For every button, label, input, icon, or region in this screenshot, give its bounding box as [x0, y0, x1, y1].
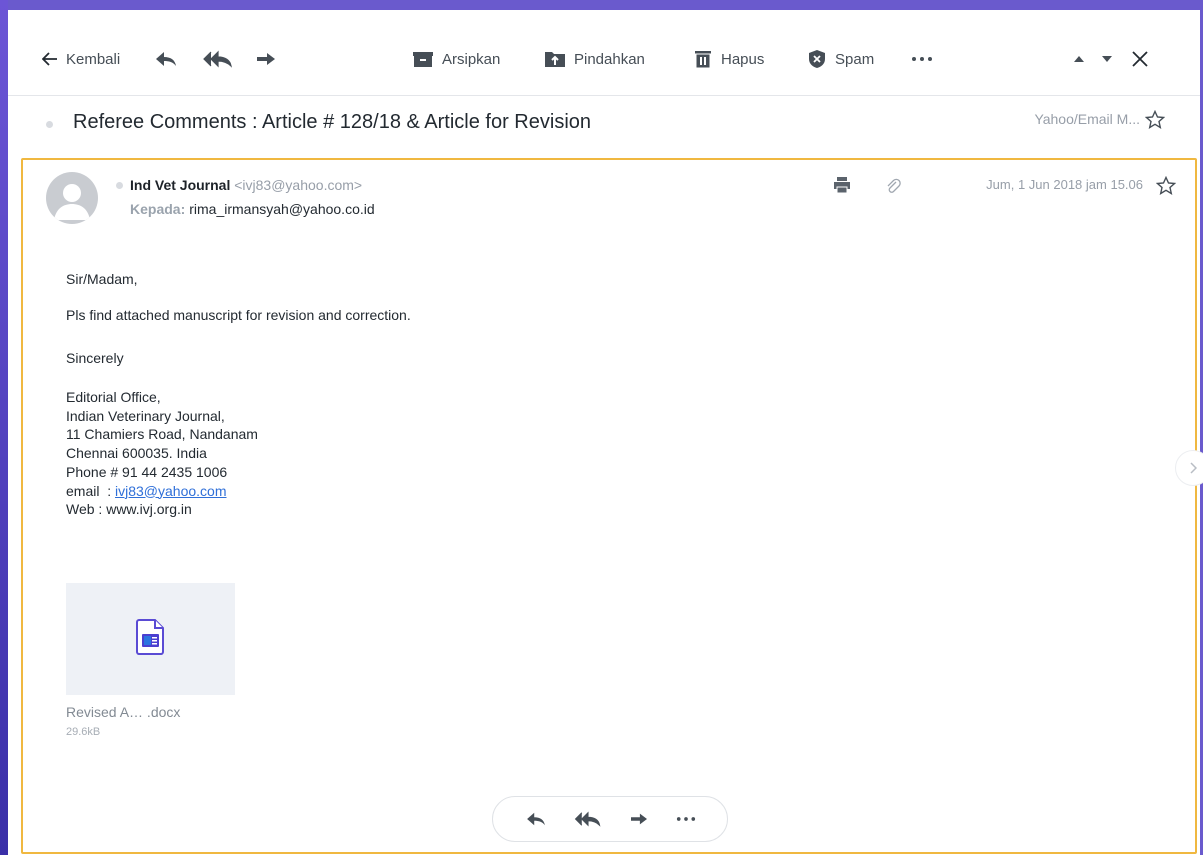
archive-icon — [413, 52, 433, 67]
closing: Sincerely — [66, 350, 124, 366]
attachment-indicator — [885, 177, 901, 200]
signature: Editorial Office, Indian Veterinary Jour… — [66, 388, 258, 519]
archive-label: Arsipkan — [442, 50, 501, 68]
previous-message-button[interactable] — [1073, 46, 1085, 72]
message-card: Ind Vet Journal <ivj83@yahoo.com> Kepada… — [21, 158, 1203, 854]
reply-button[interactable] — [154, 46, 178, 72]
next-message-button[interactable] — [1101, 46, 1113, 72]
delete-label: Hapus — [721, 50, 765, 68]
email-link[interactable]: ivj83@yahoo.com — [115, 483, 227, 499]
more-actions-button[interactable] — [911, 46, 933, 72]
back-button[interactable]: Kembali — [42, 46, 120, 72]
greeting: Sir/Madam, — [66, 271, 138, 287]
sender[interactable]: Ind Vet Journal <ivj83@yahoo.com> — [130, 177, 362, 193]
attachment-thumbnail[interactable] — [66, 583, 235, 695]
message-view: Kembali Arsipkan Pindahkan Hapus Spam Re… — [8, 10, 1203, 855]
quick-reply-all-button[interactable] — [574, 811, 602, 827]
signature-email-line: email : ivj83@yahoo.com — [66, 482, 258, 501]
person-icon — [54, 184, 90, 220]
reply-all-icon — [203, 50, 232, 68]
move-button[interactable]: Pindahkan — [544, 46, 645, 72]
word-document-icon — [136, 619, 164, 655]
back-label: Kembali — [66, 50, 121, 68]
read-status-dot — [116, 182, 123, 189]
delete-button[interactable]: Hapus — [693, 46, 764, 72]
trash-icon — [695, 51, 711, 68]
body-line: Pls find attached manuscript for revisio… — [66, 307, 411, 323]
recipient-address[interactable]: rima_irmansyah@yahoo.co.id — [189, 201, 374, 217]
caret-up-icon — [1074, 56, 1084, 62]
quick-reply-bar — [492, 796, 728, 842]
star-icon — [1155, 175, 1177, 195]
sender-name: Ind Vet Journal — [130, 177, 231, 193]
next-pane-button[interactable] — [1175, 450, 1203, 486]
caret-down-icon — [1102, 56, 1112, 62]
star-conversation-button[interactable] — [1144, 109, 1166, 134]
move-folder-icon — [545, 52, 565, 67]
message-date: Jum, 1 Jun 2018 jam 15.06 — [986, 177, 1143, 192]
printer-icon — [834, 177, 850, 194]
forward-button[interactable] — [255, 46, 277, 72]
signature-line: Web : www.ivj.org.in — [66, 501, 192, 518]
spam-label: Spam — [835, 50, 875, 68]
subject-title: Referee Comments : Article # 128/18 & Ar… — [73, 111, 592, 133]
email-prefix: email : — [66, 482, 116, 499]
signature-line: Indian Veterinary Journal, — [66, 407, 225, 424]
close-button[interactable] — [1131, 46, 1149, 72]
signature-line: Chennai 600035. India — [66, 445, 207, 462]
reply-icon — [526, 812, 545, 826]
quick-more-button[interactable] — [676, 816, 696, 822]
attachment-size: 29.6kB — [66, 726, 101, 738]
spam-button[interactable]: Spam — [807, 46, 874, 72]
folder-label[interactable]: Yahoo/Email M... — [1034, 111, 1140, 127]
star-icon — [1144, 109, 1166, 129]
move-label: Pindahkan — [574, 50, 645, 68]
reply-icon — [156, 52, 176, 66]
attachment-name[interactable]: Revised A… .docx — [66, 704, 180, 720]
archive-button[interactable]: Arsipkan — [412, 46, 500, 72]
arrow-left-icon — [42, 52, 57, 66]
chevron-right-icon — [1190, 462, 1197, 474]
signature-line: Phone # 91 44 2435 1006 — [66, 463, 228, 480]
recipient-line: Kepada: rima_irmansyah@yahoo.co.id — [130, 201, 375, 217]
avatar[interactable] — [46, 172, 98, 224]
toolbar: Kembali Arsipkan Pindahkan Hapus Spam — [8, 10, 1200, 96]
paperclip-icon — [887, 178, 901, 193]
quick-forward-button[interactable] — [629, 811, 649, 827]
signature-line: Editorial Office, — [66, 389, 161, 405]
sender-email: <ivj83@yahoo.com> — [234, 177, 363, 193]
shield-icon — [809, 50, 825, 68]
signature-line: 11 Chamiers Road, Nandanam — [66, 426, 258, 443]
reply-all-icon — [574, 811, 600, 827]
print-button[interactable] — [833, 176, 851, 199]
star-message-button[interactable] — [1155, 175, 1177, 200]
more-horizontal-icon — [912, 57, 932, 61]
forward-icon — [630, 813, 647, 825]
recipient-label: Kepada: — [130, 201, 186, 217]
more-horizontal-icon — [676, 817, 695, 821]
window-left-edge — [0, 0, 8, 855]
close-icon — [1132, 51, 1148, 67]
reply-all-button[interactable] — [203, 46, 233, 72]
quick-reply-button[interactable] — [525, 811, 547, 827]
forward-icon — [257, 53, 275, 65]
unread-dot — [46, 121, 53, 128]
